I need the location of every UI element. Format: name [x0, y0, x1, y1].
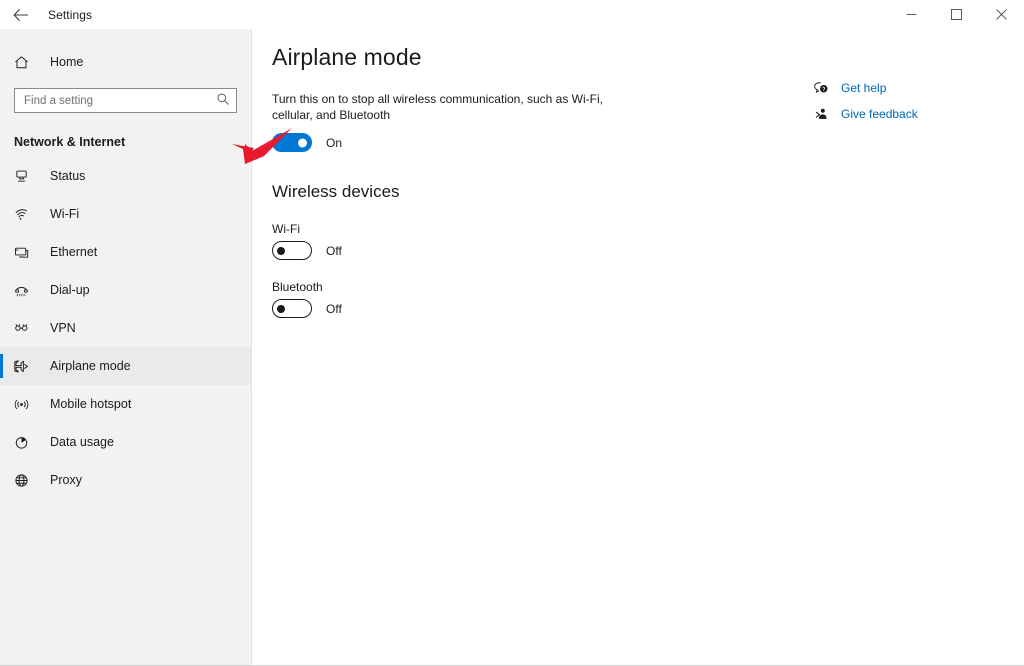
ethernet-icon — [14, 245, 36, 260]
page-title: Airplane mode — [272, 44, 1024, 71]
give-feedback-label: Give feedback — [841, 107, 918, 121]
airplane-icon — [14, 359, 36, 374]
proxy-icon — [14, 473, 36, 488]
sidebar-section-heading: Network & Internet — [0, 135, 251, 149]
data-usage-icon — [14, 435, 36, 450]
sidebar: Home Network & Internet Status — [0, 29, 252, 666]
search-input[interactable] — [14, 88, 237, 113]
sidebar-item-label-airplane-mode: Airplane mode — [50, 359, 131, 373]
airplane-mode-toggle-row: On — [272, 133, 1024, 152]
sidebar-item-airplane-mode[interactable]: Airplane mode — [0, 347, 251, 385]
help-bubble-icon — [811, 81, 831, 96]
dialup-icon — [14, 283, 36, 298]
wifi-icon — [14, 207, 36, 222]
sidebar-item-label-wifi: Wi-Fi — [50, 207, 79, 221]
airplane-mode-description: Turn this on to stop all wireless commun… — [272, 91, 622, 123]
get-help-label: Get help — [841, 81, 886, 95]
sidebar-item-label-vpn: VPN — [50, 321, 76, 335]
toggle-knob — [298, 138, 307, 147]
sidebar-item-mobile-hotspot[interactable]: Mobile hotspot — [0, 385, 251, 423]
title-bar: Settings — [0, 0, 1024, 29]
sidebar-item-vpn[interactable]: VPN — [0, 309, 251, 347]
toggle-knob — [277, 247, 285, 255]
window-controls — [889, 0, 1024, 29]
close-icon[interactable] — [979, 0, 1024, 29]
sidebar-item-proxy[interactable]: Proxy — [0, 461, 251, 499]
sidebar-item-wifi[interactable]: Wi-Fi — [0, 195, 251, 233]
back-arrow-icon[interactable] — [0, 0, 42, 29]
minimize-icon[interactable] — [889, 0, 934, 29]
wifi-toggle-state: Off — [326, 244, 342, 258]
wifi-device-label: Wi-Fi — [272, 222, 1024, 236]
sidebar-item-label-ethernet: Ethernet — [50, 245, 97, 259]
wireless-devices-heading: Wireless devices — [272, 182, 1024, 202]
search-container — [14, 88, 237, 113]
bluetooth-device-label: Bluetooth — [272, 280, 1024, 294]
sidebar-item-label-mobile-hotspot: Mobile hotspot — [50, 397, 131, 411]
bluetooth-toggle-row: Off — [272, 299, 1024, 318]
sidebar-item-ethernet[interactable]: Ethernet — [0, 233, 251, 271]
hotspot-icon — [14, 397, 36, 412]
feedback-person-icon — [811, 107, 831, 122]
toggle-knob — [277, 305, 285, 313]
wifi-toggle-row: Off — [272, 241, 1024, 260]
airplane-mode-toggle-state: On — [326, 136, 342, 150]
sidebar-item-status[interactable]: Status — [0, 157, 251, 195]
sidebar-item-label-dialup: Dial-up — [50, 283, 90, 297]
help-rail: Get help Give feedback — [811, 79, 1011, 131]
give-feedback-link[interactable]: Give feedback — [811, 105, 1011, 123]
airplane-mode-toggle[interactable] — [272, 133, 312, 152]
sidebar-item-label-status: Status — [50, 169, 85, 183]
sidebar-item-label-data-usage: Data usage — [50, 435, 114, 449]
maximize-icon[interactable] — [934, 0, 979, 29]
status-icon — [14, 169, 36, 184]
get-help-link[interactable]: Get help — [811, 79, 1011, 97]
bluetooth-toggle[interactable] — [272, 299, 312, 318]
sidebar-item-dialup[interactable]: Dial-up — [0, 271, 251, 309]
sidebar-nav-list: Status Wi-Fi — [0, 157, 251, 499]
app-title: Settings — [48, 8, 92, 22]
sidebar-item-data-usage[interactable]: Data usage — [0, 423, 251, 461]
sidebar-item-label-home: Home — [50, 55, 83, 69]
vpn-icon — [14, 321, 36, 336]
home-icon — [14, 55, 36, 70]
sidebar-item-home[interactable]: Home — [0, 44, 251, 80]
bluetooth-toggle-state: Off — [326, 302, 342, 316]
main-content: Airplane mode Turn this on to stop all w… — [253, 29, 1024, 666]
wifi-toggle[interactable] — [272, 241, 312, 260]
sidebar-item-label-proxy: Proxy — [50, 473, 82, 487]
settings-window: Settings Home — [0, 0, 1024, 666]
